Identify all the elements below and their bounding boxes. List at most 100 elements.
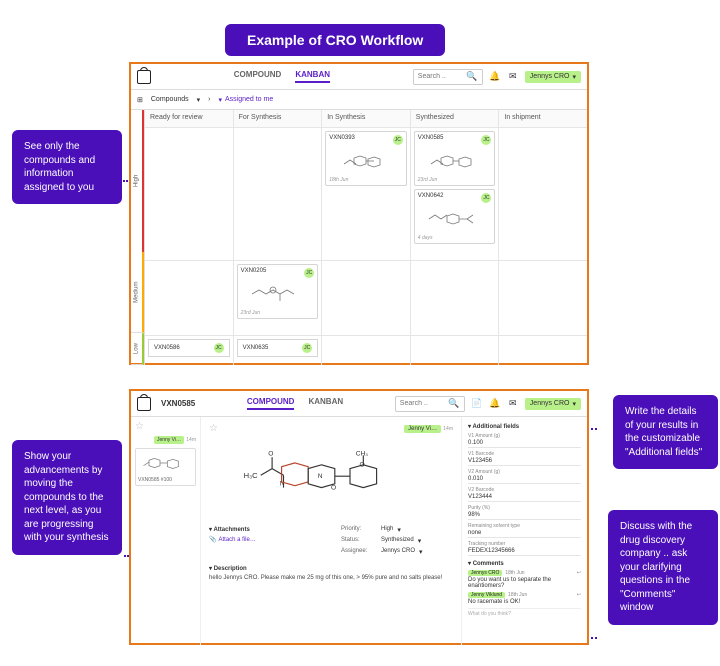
chevron-down-icon[interactable] — [418, 537, 422, 545]
comments-header[interactable]: ▾ Comments — [468, 560, 581, 567]
card-date: 4 days — [418, 235, 492, 241]
time-meta: 14m — [443, 426, 453, 432]
user-menu[interactable]: Jennys CRO — [525, 71, 581, 83]
avatar: JC — [481, 193, 491, 203]
avatar: JC — [214, 343, 224, 353]
compound-id: VXN0642 — [418, 193, 444, 203]
molecule-icon — [418, 147, 492, 175]
svg-text:O: O — [331, 485, 336, 492]
card-date: 23rd Jun — [418, 177, 492, 183]
avatar: JC — [304, 268, 314, 278]
col-ready-for-review[interactable]: Ready for review VXN0586 JC — [145, 110, 234, 365]
search-icon[interactable]: 🔍 — [466, 71, 478, 83]
search-box[interactable]: 🔍 — [413, 69, 483, 85]
tab-kanban[interactable]: KANBAN — [308, 397, 343, 410]
col-in-synthesis[interactable]: In Synthesis VXN0393JC 18th Jun — [322, 110, 411, 365]
compound-card[interactable]: VXN0586 JC — [148, 339, 230, 357]
chevron-down-icon[interactable] — [197, 96, 201, 104]
compound-card[interactable]: VXN0205JC 23rd Jun — [237, 264, 319, 319]
filter-icon: ▾ — [218, 96, 222, 104]
compound-id-title: VXN0585 — [161, 399, 195, 408]
compound-card[interactable]: VXN0393JC 18th Jun — [325, 131, 407, 186]
callout-advance: Show your advancements by moving the com… — [12, 440, 122, 555]
field-value[interactable]: FEDEX12345666 — [468, 547, 581, 556]
col-header: In Synthesis — [322, 110, 410, 128]
attachments-header: ▾ Attachments — [209, 526, 321, 533]
tab-compound[interactable]: COMPOUND — [247, 397, 295, 410]
bell-icon[interactable]: 🔔 — [489, 71, 501, 83]
thumbnail-label: VXN0585 #100 — [138, 477, 193, 483]
molecule-icon — [329, 147, 403, 175]
field-value[interactable]: V123456 — [468, 457, 581, 466]
callout-additional-fields: Write the details of your results in the… — [613, 395, 718, 469]
comment-date: 18th Jun — [505, 570, 524, 576]
callout-comments: Discuss with the drug discovery company … — [608, 510, 718, 625]
field-value[interactable]: 98% — [468, 511, 581, 520]
compound-id: VXN0585 — [418, 135, 444, 145]
tab-kanban[interactable]: KANBAN — [295, 70, 330, 83]
field-value[interactable]: 0.100 — [468, 439, 581, 448]
svg-text:O: O — [360, 462, 365, 469]
app-logo-icon — [137, 70, 151, 84]
molecule-icon — [418, 205, 492, 233]
compound-thumbnail[interactable]: VXN0585 #100 — [135, 448, 196, 486]
col-synthesized[interactable]: Synthesized VXN0585JC 23rd Jun VXN0642 JC… — [411, 110, 500, 365]
compound-detail-panel: VXN0585 COMPOUND KANBAN 🔍 📄 🔔 ✉ Jennys C… — [129, 389, 589, 645]
chevron-down-icon[interactable] — [419, 548, 423, 556]
col-header: Ready for review — [145, 110, 233, 128]
reply-icon[interactable]: ↩ — [577, 592, 581, 598]
status-value[interactable]: Synthesized — [381, 537, 414, 545]
star-icon[interactable]: ☆ — [209, 423, 218, 434]
assignee-chip: Jenny Vi… — [154, 436, 184, 444]
scope-label[interactable]: Compounds — [151, 96, 189, 103]
page-title: Example of CRO Workflow — [225, 24, 445, 56]
chevron-right-icon[interactable]: › — [208, 96, 210, 103]
document-icon[interactable]: 📄 — [471, 398, 483, 410]
chevron-down-icon[interactable] — [397, 526, 401, 534]
priority-low: Low — [131, 333, 144, 365]
search-input[interactable] — [418, 73, 466, 80]
main-tabs: COMPOUND KANBAN — [157, 70, 407, 83]
field-value[interactable]: V123444 — [468, 493, 581, 502]
priority-label: Priority: — [341, 526, 377, 534]
app-topbar: VXN0585 COMPOUND KANBAN 🔍 📄 🔔 ✉ Jennys C… — [131, 391, 587, 417]
reply-icon[interactable]: ↩ — [577, 570, 581, 576]
kanban-panel: COMPOUND KANBAN 🔍 🔔 ✉ Jennys CRO ⊞ Compo… — [129, 62, 589, 365]
compound-card[interactable]: VXN0642 JC 4 days — [414, 189, 496, 244]
col-header: Synthesized — [411, 110, 499, 128]
priority-rail: High Medium Low — [131, 110, 145, 365]
additional-fields-header[interactable]: ▾ Additional fields — [468, 423, 581, 430]
comment-text: Do you want us to separate the enantiome… — [468, 577, 581, 589]
assignee-value[interactable]: Jennys CRO — [381, 548, 415, 556]
status-label: Status: — [341, 537, 377, 545]
filter-assigned-to-me[interactable]: ▾ Assigned to me — [218, 96, 273, 104]
star-icon[interactable]: ☆ — [135, 421, 144, 432]
molecule-icon — [138, 451, 193, 475]
field-value[interactable]: 0.010 — [468, 475, 581, 484]
mail-icon[interactable]: ✉ — [507, 71, 519, 83]
search-icon[interactable]: 🔍 — [448, 398, 460, 410]
comment-input[interactable]: What do you think? — [468, 608, 581, 617]
compound-side-panel: ▾ Additional fields V1 Amount (g)0.100 V… — [462, 417, 587, 645]
description-header: ▾ Description — [209, 565, 453, 572]
compound-card[interactable]: VXN0585JC 23rd Jun — [414, 131, 496, 186]
comment-date: 18th Jun — [508, 592, 527, 598]
search-input[interactable] — [400, 400, 448, 407]
kanban-columns: Ready for review VXN0586 JC For Synthesi… — [145, 110, 587, 365]
search-box[interactable]: 🔍 — [395, 396, 465, 412]
user-menu[interactable]: Jennys CRO — [525, 398, 581, 410]
priority-medium: Medium — [131, 252, 144, 333]
attach-file-link[interactable]: 📎 Attach a file… — [209, 536, 321, 543]
tab-compound[interactable]: COMPOUND — [234, 70, 282, 83]
compound-card[interactable]: VXN0635 JC — [237, 339, 319, 357]
time-meta: 14m — [186, 437, 196, 443]
comment-author: Jennys CRO — [468, 570, 502, 576]
app-topbar: COMPOUND KANBAN 🔍 🔔 ✉ Jennys CRO — [131, 64, 587, 90]
field-value[interactable]: none — [468, 529, 581, 538]
priority-value[interactable]: High — [381, 526, 393, 534]
mail-icon[interactable]: ✉ — [507, 398, 519, 410]
col-in-shipment[interactable]: In shipment — [499, 110, 587, 365]
bell-icon[interactable]: 🔔 — [489, 398, 501, 410]
compound-id: VXN0586 — [154, 345, 180, 351]
col-for-synthesis[interactable]: For Synthesis VXN0205JC 23rd Jun VXN0635… — [234, 110, 323, 365]
